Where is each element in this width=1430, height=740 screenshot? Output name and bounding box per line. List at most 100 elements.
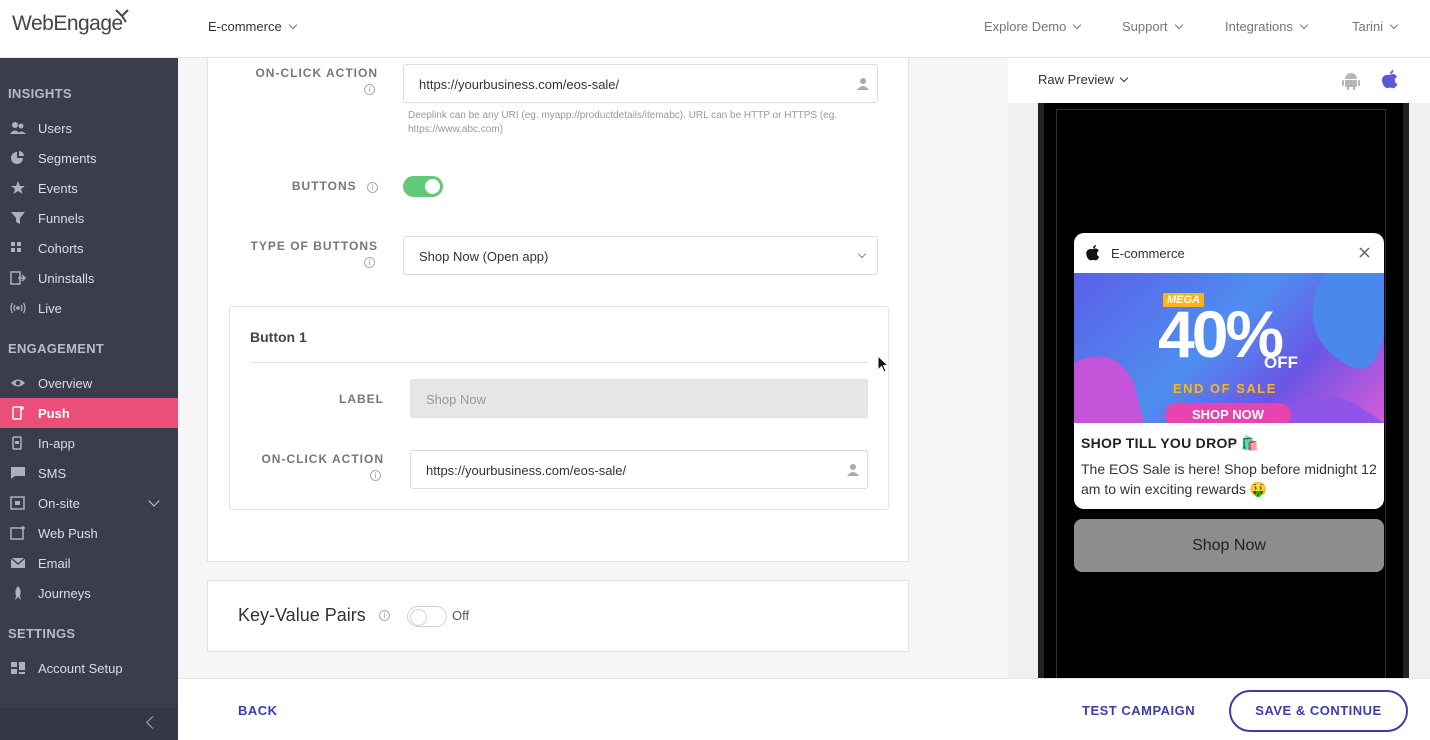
button-1-card: Button 1 LABEL Shop Now ON-CLICK ACTION … xyxy=(229,306,889,510)
chevron-down-icon[interactable] xyxy=(148,495,160,507)
on-click-action-value: https://yourbusiness.com/eos-sale/ xyxy=(419,77,620,92)
back-button[interactable]: BACK xyxy=(238,703,278,718)
sidebar-item-label: Email xyxy=(38,556,71,571)
star-icon xyxy=(11,181,25,194)
preview-header: Raw Preview xyxy=(1008,58,1430,103)
android-icon[interactable] xyxy=(1342,71,1360,90)
sidebar-item-label: Push xyxy=(38,406,70,421)
nav-explore-demo-label: Explore Demo xyxy=(984,19,1067,34)
section-settings: SETTINGS xyxy=(8,626,76,641)
buttons-label-text: BUTTONS xyxy=(291,179,357,193)
button-1-title: Button 1 xyxy=(250,329,307,345)
sms-bubble-icon xyxy=(11,467,25,479)
sidebar-item-label: Segments xyxy=(38,151,97,166)
notification-title: SHOP TILL YOU DROP 🛍️ xyxy=(1081,435,1259,451)
main-content: ON-CLICK ACTION i https://yourbusiness.c… xyxy=(178,58,1008,678)
webengage-logo[interactable]: WebEngage xyxy=(12,12,123,36)
live-broadcast-icon xyxy=(10,302,26,314)
key-value-pairs-card: Key-Value Pairs i Off xyxy=(207,580,909,652)
sidebar-item-account-setup[interactable]: Account Setup xyxy=(0,653,178,683)
preview-mode-dropdown[interactable]: Raw Preview xyxy=(1038,72,1129,87)
cohorts-grid-icon xyxy=(11,242,21,252)
chevron-down-icon xyxy=(1073,20,1082,30)
type-of-buttons-select[interactable]: Shop Now (Open app) xyxy=(403,236,878,275)
nav-user-menu[interactable]: Tarini xyxy=(1352,19,1399,34)
sidebar-item-web-push[interactable]: Web Push xyxy=(0,518,178,548)
personalization-icon[interactable] xyxy=(857,77,869,90)
nav-explore-demo[interactable]: Explore Demo xyxy=(984,19,1082,34)
pie-icon xyxy=(11,151,24,164)
type-of-buttons-value: Shop Now (Open app) xyxy=(419,249,549,264)
button-label-input[interactable]: Shop Now xyxy=(410,379,868,418)
label-field-label: LABEL xyxy=(339,392,384,406)
sidebar-item-label: In-app xyxy=(38,436,75,451)
test-campaign-button[interactable]: TEST CAMPAIGN xyxy=(1082,703,1195,718)
sidebar-item-label: Uninstalls xyxy=(38,271,95,286)
account-setup-icon xyxy=(11,662,25,674)
close-icon[interactable] xyxy=(1359,247,1370,258)
project-selector[interactable]: E-commerce xyxy=(208,19,297,34)
logo-text-engage: Engage xyxy=(53,12,123,35)
chevron-down-icon xyxy=(857,249,867,259)
in-app-icon xyxy=(12,436,22,450)
sidebar-item-label: SMS xyxy=(38,466,67,481)
sidebar-item-events[interactable]: Events xyxy=(0,173,178,203)
sidebar-item-segments[interactable]: Segments xyxy=(0,143,178,173)
nav-support[interactable]: Support xyxy=(1122,19,1183,34)
type-of-buttons-label-text: TYPE OF BUTTONS xyxy=(250,239,378,253)
buttons-toggle[interactable] xyxy=(403,176,443,197)
info-icon[interactable]: i xyxy=(379,610,390,621)
envelope-icon xyxy=(10,557,26,568)
button-on-click-action-label: ON-CLICK ACTION i xyxy=(230,452,384,481)
sidebar-item-funnels[interactable]: Funnels xyxy=(0,203,178,233)
chevron-down-icon xyxy=(1389,20,1399,30)
button-on-click-action-label-text: ON-CLICK ACTION xyxy=(261,452,384,466)
top-bar: WebEngage E-commerce Explore Demo Suppor… xyxy=(0,0,1430,58)
info-icon[interactable]: i xyxy=(364,84,375,95)
deeplink-hint: Deeplink can be any URI (eg. myapp://pro… xyxy=(408,110,838,135)
sidebar-item-cohorts[interactable]: Cohorts xyxy=(0,233,178,263)
sidebar-item-label: Overview xyxy=(38,376,93,391)
notification-action-button[interactable]: Shop Now xyxy=(1074,519,1384,572)
sidebar-item-sms[interactable]: SMS xyxy=(0,458,178,488)
on-click-action-input[interactable]: https://yourbusiness.com/eos-sale/ xyxy=(403,64,878,103)
button-on-click-action-input[interactable]: https://yourbusiness.com/eos-sale/ xyxy=(410,450,868,489)
sidebar-item-label: Journeys xyxy=(38,586,91,601)
sidebar: INSIGHTS Users Segments Events Funnels C… xyxy=(0,58,178,740)
key-value-pairs-toggle[interactable] xyxy=(407,606,447,627)
mouse-cursor-icon xyxy=(877,355,889,373)
sidebar-item-label: Funnels xyxy=(38,211,85,226)
section-insights: INSIGHTS xyxy=(8,86,72,101)
info-icon[interactable]: i xyxy=(364,257,375,268)
buttons-settings-card: ON-CLICK ACTION i https://yourbusiness.c… xyxy=(207,58,909,562)
banner-off: OFF xyxy=(1264,353,1298,372)
sidebar-item-label: Account Setup xyxy=(38,661,123,676)
nav-integrations[interactable]: Integrations xyxy=(1225,19,1309,34)
sidebar-item-push[interactable]: Push xyxy=(0,398,178,428)
sidebar-item-on-site[interactable]: On-site xyxy=(0,488,178,518)
notification-banner-image: MEGA 40% OFF END OF SALE SHOP NOW xyxy=(1074,273,1384,423)
sidebar-item-in-app[interactable]: In-app xyxy=(0,428,178,458)
phone-mockup: E-commerce MEGA 40% OFF END OF SALE SHOP… xyxy=(1038,103,1409,689)
users-icon xyxy=(10,122,26,134)
project-name: E-commerce xyxy=(208,19,282,34)
push-notification-preview: E-commerce MEGA 40% OFF END OF SALE SHOP… xyxy=(1074,233,1384,509)
info-icon[interactable]: i xyxy=(367,182,378,193)
sidebar-item-live[interactable]: Live xyxy=(0,293,178,323)
sidebar-item-users[interactable]: Users xyxy=(0,113,178,143)
sidebar-item-uninstalls[interactable]: Uninstalls xyxy=(0,263,178,293)
banner-percent: 40% xyxy=(1158,297,1284,371)
personalization-icon[interactable] xyxy=(847,463,859,476)
sidebar-item-email[interactable]: Email xyxy=(0,548,178,578)
sidebar-item-label: On-site xyxy=(38,496,80,511)
sidebar-item-overview[interactable]: Overview xyxy=(0,368,178,398)
notification-body: The EOS Sale is here! Shop before midnig… xyxy=(1081,461,1377,497)
chevron-down-icon xyxy=(288,20,297,30)
apple-icon[interactable] xyxy=(1382,70,1398,89)
buttons-label: BUTTONS i xyxy=(238,179,378,193)
sidebar-item-journeys[interactable]: Journeys xyxy=(0,578,178,608)
funnel-icon xyxy=(11,212,25,224)
info-icon[interactable]: i xyxy=(370,470,381,481)
save-continue-button[interactable]: SAVE & CONTINUE xyxy=(1229,690,1408,732)
chevron-down-icon xyxy=(1174,20,1183,30)
